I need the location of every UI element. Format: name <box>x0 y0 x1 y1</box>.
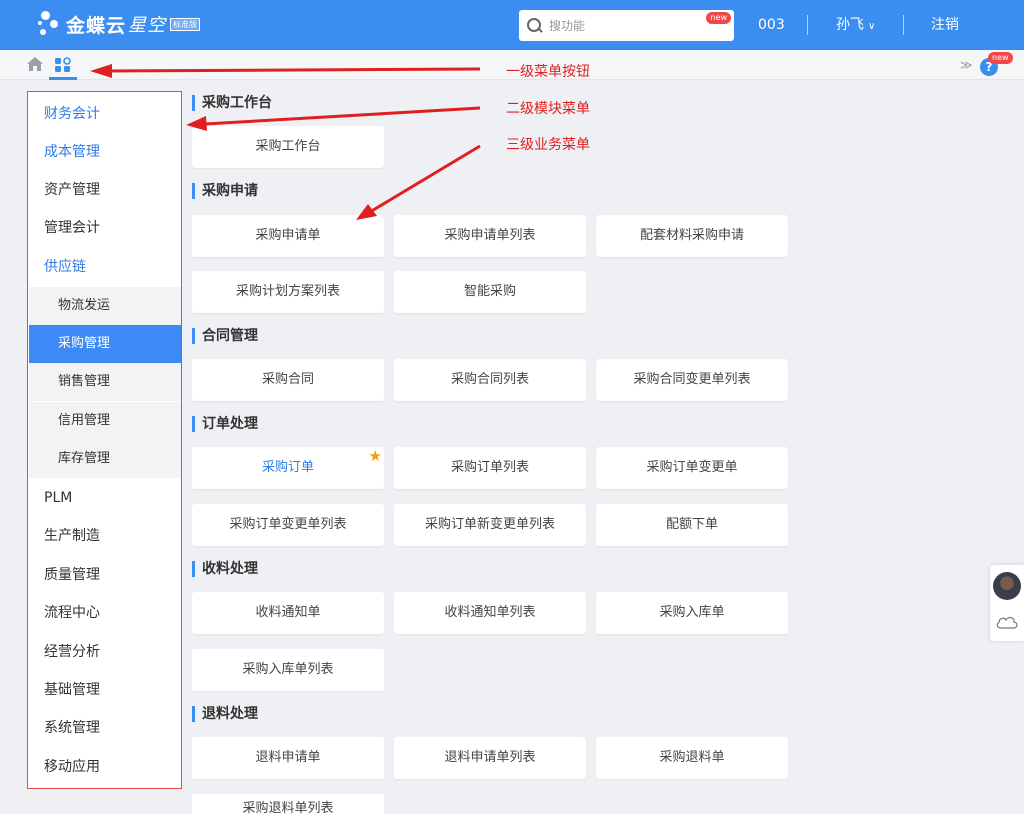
sidebar-item-finance[interactable]: 财务会计 <box>29 95 181 133</box>
menu-card[interactable]: 配套材料采购申请 <box>596 215 788 257</box>
sidebar-item-cost[interactable]: 成本管理 <box>29 133 181 171</box>
divider <box>903 15 904 35</box>
divider <box>807 15 808 35</box>
menu-card[interactable]: 采购合同变更单列表 <box>596 359 788 401</box>
user-name: 孙飞 <box>836 17 864 33</box>
section-title-contract: 合同管理 <box>192 328 258 344</box>
menu-card[interactable]: 采购申请单 <box>192 215 384 257</box>
sidebar-item-supply-chain[interactable]: 供应链 <box>29 248 181 286</box>
logo-mark-icon <box>38 9 62 39</box>
menu-card[interactable]: 采购订单变更单列表 <box>192 504 384 546</box>
section-title-return: 退料处理 <box>192 706 258 722</box>
collapse-icon[interactable]: ≫ <box>960 58 973 72</box>
active-tab-indicator <box>49 77 77 80</box>
menu-card[interactable]: 采购订单列表 <box>394 447 586 489</box>
annotation-level3: 三级业务菜单 <box>506 137 590 153</box>
menu-card[interactable]: 采购退料单 <box>596 737 788 779</box>
home-icon[interactable] <box>26 56 44 72</box>
section-title-receiving: 收料处理 <box>192 561 258 577</box>
menu-card[interactable]: 智能采购 <box>394 271 586 313</box>
avatar[interactable] <box>993 572 1021 600</box>
cloud-icon[interactable] <box>995 613 1019 631</box>
app-logo[interactable]: 金蝶云 星空 标准版 <box>38 6 201 42</box>
menu-card[interactable]: 采购申请单列表 <box>394 215 586 257</box>
chevron-down-icon: ∨ <box>868 21 876 32</box>
sidebar-item-base[interactable]: 基础管理 <box>29 671 181 709</box>
menu-card[interactable]: 采购计划方案列表 <box>192 271 384 313</box>
logo-text: 金蝶云 <box>66 14 127 37</box>
search-box[interactable]: new <box>519 10 734 41</box>
star-icon[interactable]: ★ <box>369 447 382 465</box>
sidebar-item-mgmt-accounting[interactable]: 管理会计 <box>29 209 181 247</box>
sidebar-subitem-purchase[interactable]: 采购管理 <box>29 325 181 363</box>
sidebar-subitem-sales[interactable]: 销售管理 <box>29 363 181 401</box>
menu-card[interactable]: 采购订单变更单 <box>596 447 788 489</box>
section-title-workbench: 采购工作台 <box>192 95 272 111</box>
sidebar-item-mobile[interactable]: 移动应用 <box>29 748 181 786</box>
sidebar-subitem-logistics[interactable]: 物流发运 <box>29 287 181 325</box>
sidebar: 财务会计 成本管理 资产管理 管理会计 供应链 物流发运 采购管理 销售管理 信… <box>27 91 182 789</box>
top-header: 金蝶云 星空 标准版 new 003 孙飞 ∨ 注销 <box>0 0 1024 50</box>
org-code[interactable]: 003 <box>758 0 785 50</box>
menu-card[interactable]: 采购工作台 <box>192 126 384 168</box>
menu-card[interactable]: 退料申请单列表 <box>394 737 586 779</box>
menu-card[interactable]: 收料通知单列表 <box>394 592 586 634</box>
help-new-badge: new <box>988 52 1013 64</box>
sidebar-subitem-inventory[interactable]: 库存管理 <box>29 440 181 478</box>
menu-card[interactable]: 采购订单新变更单列表 <box>394 504 586 546</box>
menu-card[interactable]: 退料申请单 <box>192 737 384 779</box>
apps-grid-icon[interactable] <box>54 56 72 74</box>
annotation-level2: 二级模块菜单 <box>506 101 590 117</box>
menu-card[interactable]: 收料通知单 <box>192 592 384 634</box>
sidebar-subitem-credit[interactable]: 信用管理 <box>29 402 181 440</box>
logo-text-product: 星空 <box>128 15 167 36</box>
edition-badge: 标准版 <box>170 17 201 31</box>
sidebar-item-system[interactable]: 系统管理 <box>29 709 181 747</box>
sidebar-item-manufacturing[interactable]: 生产制造 <box>29 517 181 555</box>
arrow-line-level3 <box>369 144 481 214</box>
menu-card[interactable]: 采购合同 <box>192 359 384 401</box>
section-title-order: 订单处理 <box>192 416 258 432</box>
sidebar-item-assets[interactable]: 资产管理 <box>29 171 181 209</box>
search-input[interactable] <box>549 18 699 33</box>
search-new-badge: new <box>706 12 731 24</box>
user-menu[interactable]: 孙飞 ∨ <box>836 0 875 50</box>
section-title-requisition: 采购申请 <box>192 183 258 199</box>
sidebar-item-workflow[interactable]: 流程中心 <box>29 594 181 632</box>
sidebar-item-quality[interactable]: 质量管理 <box>29 556 181 594</box>
logout-button[interactable]: 注销 <box>931 0 959 50</box>
menu-card[interactable]: 采购入库单 <box>596 592 788 634</box>
sidebar-item-analysis[interactable]: 经营分析 <box>29 633 181 671</box>
menu-card-favorite[interactable]: 采购订单 ★ <box>192 447 384 489</box>
menu-card[interactable]: 配额下单 <box>596 504 788 546</box>
annotation-level1: 一级菜单按钮 <box>506 64 590 80</box>
sidebar-item-plm[interactable]: PLM <box>29 479 181 517</box>
floating-tools <box>990 565 1024 641</box>
menu-card[interactable]: 采购退料单列表 <box>192 794 384 814</box>
search-icon[interactable] <box>527 17 543 34</box>
menu-card-label: 采购订单 <box>261 460 314 475</box>
menu-card[interactable]: 采购合同列表 <box>394 359 586 401</box>
menu-card[interactable]: 采购入库单列表 <box>192 649 384 691</box>
